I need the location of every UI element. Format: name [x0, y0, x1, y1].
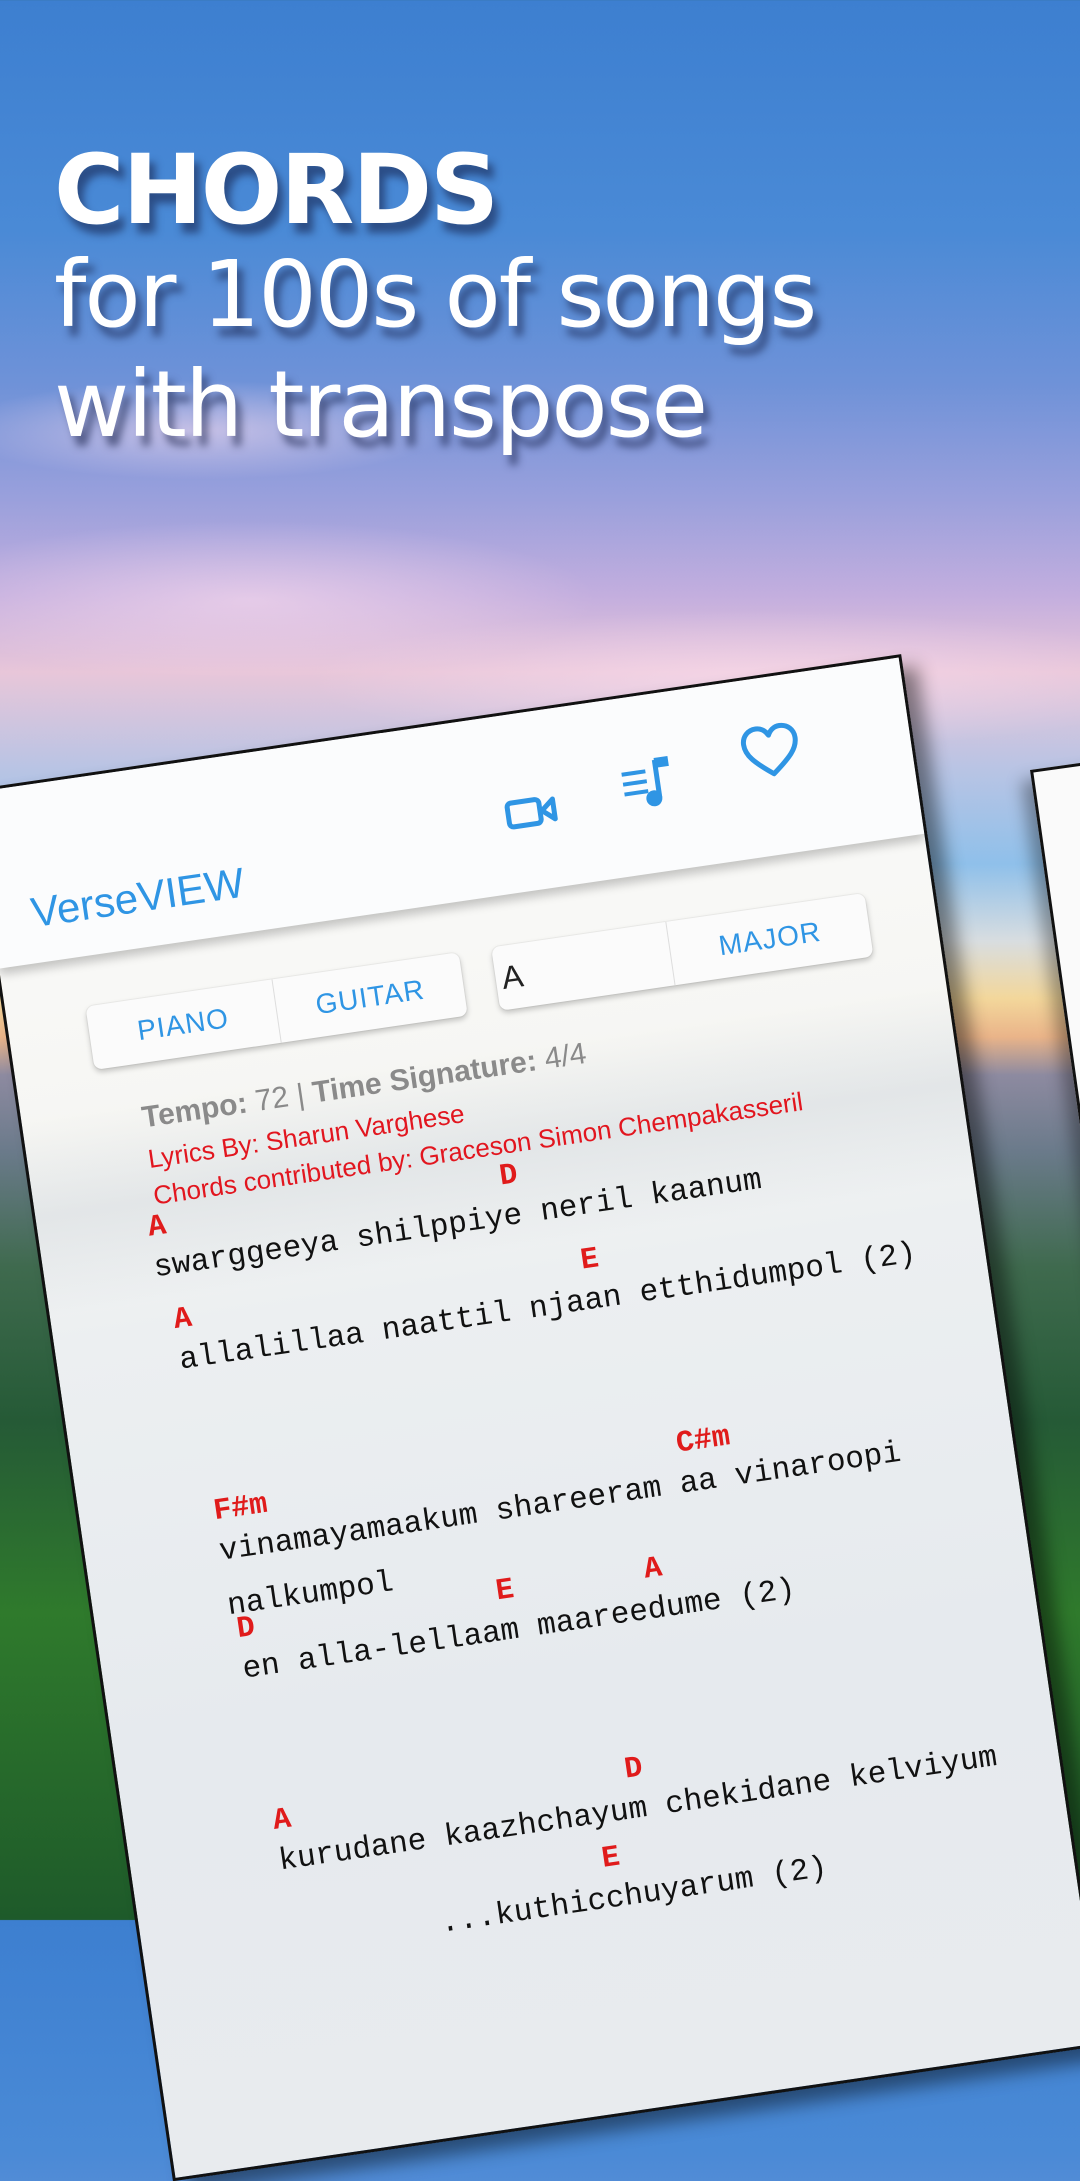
- music-playlist-icon: [621, 755, 669, 807]
- video-camera-icon: [504, 796, 558, 830]
- hero-subtitle-line-2: with transpose: [54, 351, 708, 458]
- video-button[interactable]: [498, 778, 566, 846]
- chord-label: E: [578, 1242, 602, 1279]
- meta-separator: |: [294, 1078, 307, 1112]
- app-title: VerseVIEW: [27, 858, 248, 937]
- tempo-value: 72: [253, 1080, 291, 1118]
- lyric-line: ...kuthicchuyarum (2): [290, 1850, 830, 1964]
- chord-label: A: [641, 1551, 665, 1588]
- playlist-button[interactable]: [615, 749, 683, 817]
- heart-icon: [740, 722, 798, 777]
- piano-button[interactable]: PIANO: [85, 979, 280, 1069]
- chord-label: A: [270, 1802, 294, 1839]
- instrument-toggle: PIANO GUITAR: [85, 952, 468, 1070]
- favorite-button[interactable]: [737, 718, 805, 786]
- hero-subtitle-line-1: for 100s of songs: [54, 241, 817, 348]
- hero-headline: CHORDS for 100s of songs with transpose: [54, 134, 817, 460]
- chord-label: C#m: [673, 1420, 733, 1462]
- key-input[interactable]: A: [491, 921, 676, 1011]
- chord-label: F#m: [211, 1487, 270, 1530]
- chord-label: E: [599, 1840, 623, 1877]
- chord-label: A: [171, 1301, 195, 1338]
- scale-toggle-button[interactable]: MAJOR: [666, 893, 873, 985]
- hero-title: CHORDS: [54, 134, 499, 246]
- guitar-button[interactable]: GUITAR: [271, 952, 468, 1043]
- time-signature-value: 4/4: [542, 1037, 589, 1076]
- key-selector: A MAJOR: [491, 892, 874, 1011]
- phone-screen: VerseVIEW PIANO GUITAR A MAJOR Tempo: 72…: [0, 654, 1080, 2181]
- lyric-line: vinamayamaakum shareeram aa vinaroopi: [217, 1435, 904, 1570]
- chord-label: D: [622, 1751, 646, 1788]
- chord-label: E: [493, 1573, 517, 1610]
